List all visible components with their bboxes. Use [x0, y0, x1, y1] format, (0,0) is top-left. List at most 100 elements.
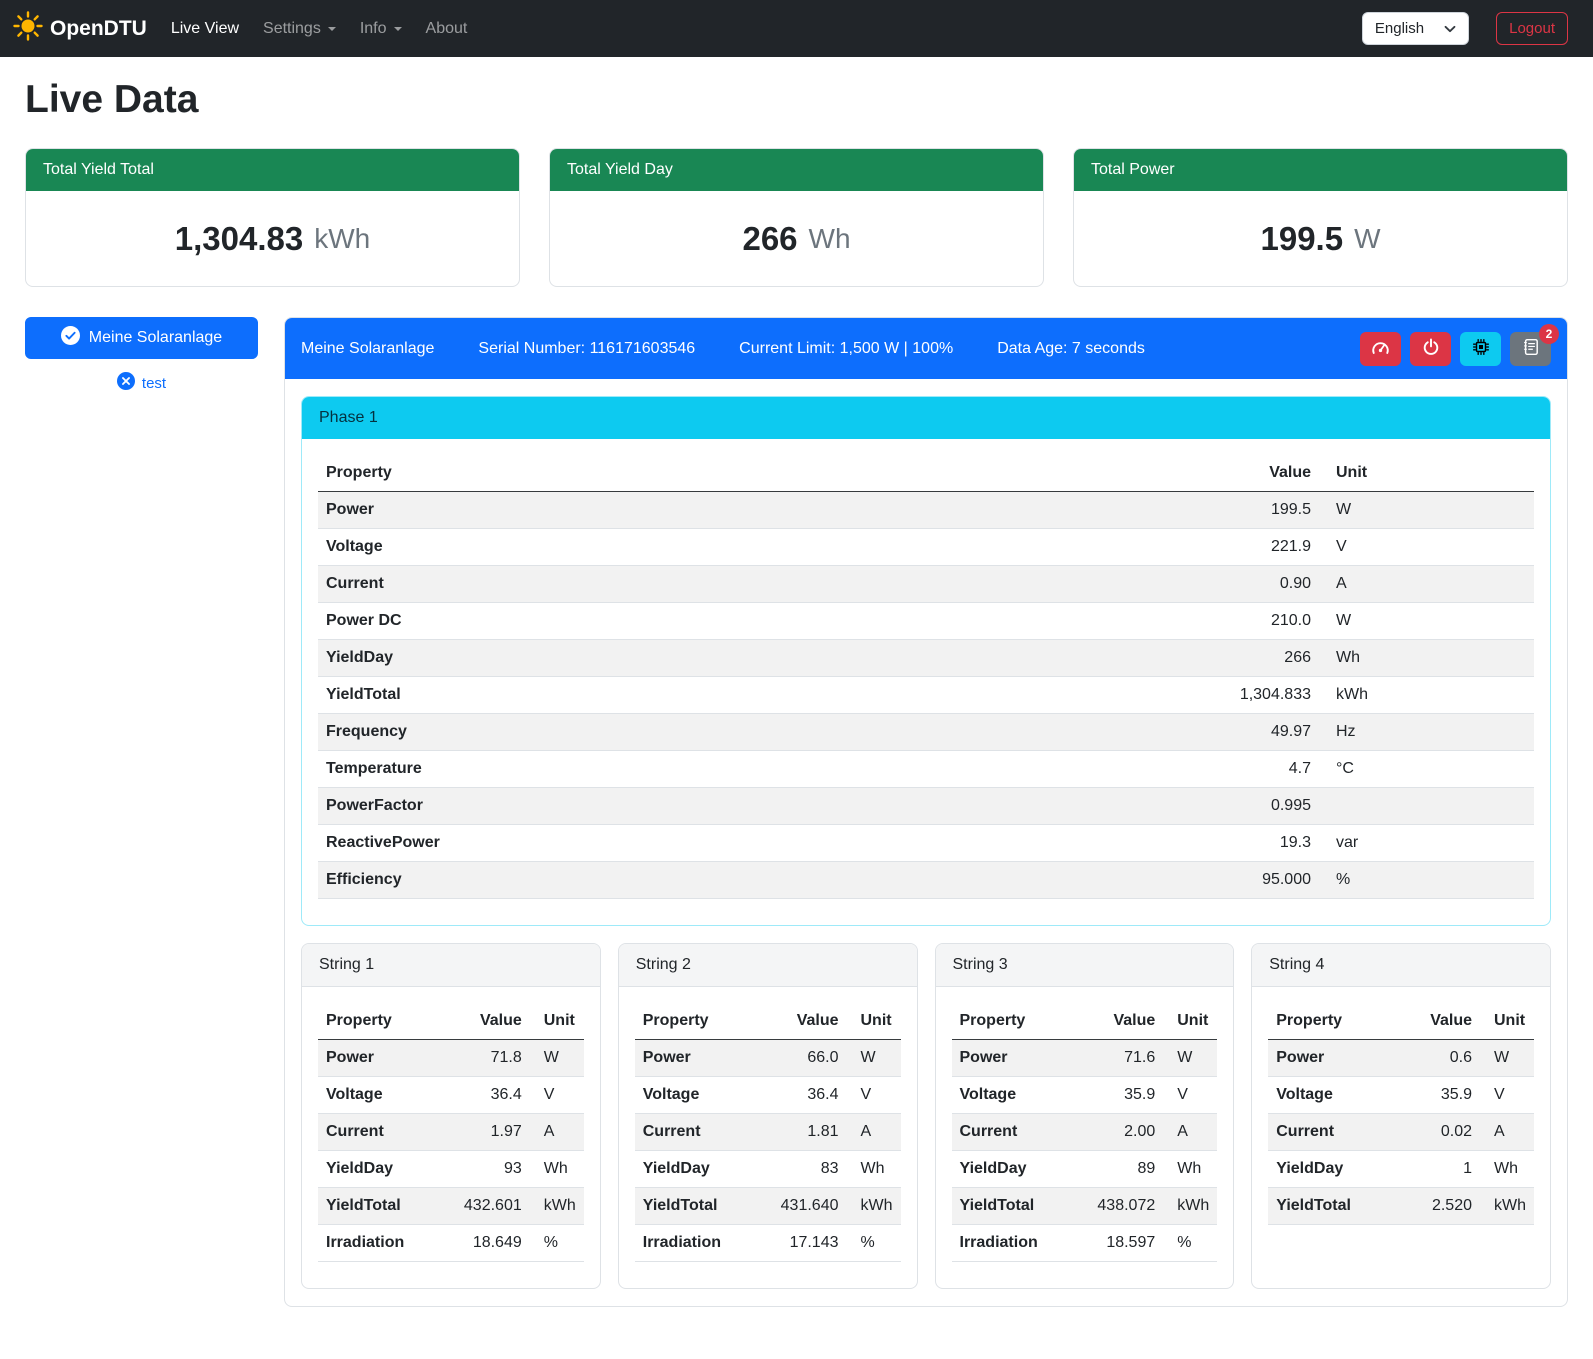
nav-live-view[interactable]: Live View: [159, 12, 251, 46]
string-title: String 4: [1252, 944, 1550, 987]
property-cell: Current: [1268, 1114, 1402, 1151]
string-table: Property Value Unit Power71.6WVoltage35.…: [952, 1003, 1218, 1262]
unit-cell: kWh: [1480, 1188, 1534, 1225]
main-row: Meine Solaranlage test Meine Solaranlage…: [25, 317, 1568, 1337]
chevron-down-icon: [1444, 20, 1456, 37]
navbar: OpenDTU Live View Settings Info About En…: [0, 0, 1593, 57]
column-header-property: Property: [318, 455, 1189, 492]
table-header-row: Property Value Unit: [318, 1003, 584, 1040]
inverter-panel: Meine Solaranlage Serial Number: 1161716…: [284, 317, 1568, 1307]
string-body: Property Value Unit Power0.6WVoltage35.9…: [1252, 987, 1550, 1251]
summary-card-unit: kWh: [314, 223, 370, 255]
unit-cell: var: [1319, 825, 1534, 862]
table-row: YieldTotal2.520kWh: [1268, 1188, 1534, 1225]
nav-links: Live View Settings Info About: [159, 12, 480, 46]
value-cell: 83: [769, 1151, 847, 1188]
unit-cell: Wh: [847, 1151, 901, 1188]
unit-cell: W: [530, 1040, 584, 1077]
table-row: Irradiation18.649%: [318, 1225, 584, 1262]
nav-about[interactable]: About: [414, 12, 480, 46]
unit-cell: W: [1319, 492, 1534, 529]
unit-cell: kWh: [1163, 1188, 1217, 1225]
event-log-button[interactable]: 2: [1510, 332, 1551, 366]
table-row: YieldDay1Wh: [1268, 1151, 1534, 1188]
journal-icon: [1522, 338, 1540, 359]
nav-settings[interactable]: Settings: [251, 12, 348, 46]
value-cell: 18.597: [1085, 1225, 1163, 1262]
summary-card-title: Total Yield Day: [550, 149, 1043, 191]
event-count-badge: 2: [1539, 324, 1559, 344]
nav-info-label: Info: [360, 20, 387, 38]
unit-cell: Wh: [1163, 1151, 1217, 1188]
unit-cell: Hz: [1319, 714, 1534, 751]
string-card-4: String 4 Property Value Unit: [1251, 943, 1551, 1289]
table-row: Current0.02A: [1268, 1114, 1534, 1151]
table-header-row: Property Value Unit: [318, 455, 1534, 492]
unit-cell: %: [1163, 1225, 1217, 1262]
value-cell: 1.81: [769, 1114, 847, 1151]
column-header-property: Property: [318, 1003, 452, 1040]
table-row: YieldTotal1,304.833kWh: [318, 677, 1534, 714]
unit-cell: A: [1163, 1114, 1217, 1151]
unit-cell: %: [530, 1225, 584, 1262]
unit-cell: °C: [1319, 751, 1534, 788]
property-cell: YieldTotal: [1268, 1188, 1402, 1225]
nav-settings-label: Settings: [263, 20, 321, 38]
unit-cell: A: [530, 1114, 584, 1151]
unit-cell: %: [847, 1225, 901, 1262]
page-title: Live Data: [25, 78, 1568, 122]
value-cell: 432.601: [452, 1188, 530, 1225]
table-row: Power199.5W: [318, 492, 1534, 529]
value-cell: 49.97: [1189, 714, 1319, 751]
strings-row: String 1 Property Value Unit: [301, 943, 1551, 1289]
table-row: YieldDay93Wh: [318, 1151, 584, 1188]
nav-info[interactable]: Info: [348, 12, 414, 46]
summary-card-total-yield-day: Total Yield Day 266 Wh: [549, 148, 1044, 287]
limit-settings-button[interactable]: [1360, 332, 1401, 366]
value-cell: 36.4: [769, 1077, 847, 1114]
summary-card-body: 199.5 W: [1074, 191, 1567, 286]
logout-button[interactable]: Logout: [1496, 12, 1568, 45]
value-cell: 199.5: [1189, 492, 1319, 529]
inverter-select-button[interactable]: Meine Solaranlage: [25, 317, 258, 359]
summary-cards: Total Yield Total 1,304.83 kWh Total Yie…: [25, 148, 1568, 287]
property-cell: Irradiation: [635, 1225, 769, 1262]
phase-title: Phase 1: [302, 397, 1550, 439]
property-cell: ReactivePower: [318, 825, 1189, 862]
language-select[interactable]: English: [1362, 12, 1469, 45]
string-table-body: Power66.0WVoltage36.4VCurrent1.81AYieldD…: [635, 1040, 901, 1262]
property-cell: YieldTotal: [318, 1188, 452, 1225]
column-header-value: Value: [452, 1003, 530, 1040]
power-button[interactable]: [1410, 332, 1451, 366]
property-cell: Voltage: [318, 1077, 452, 1114]
column-header-property: Property: [635, 1003, 769, 1040]
property-cell: Power: [952, 1040, 1086, 1077]
device-info-button[interactable]: [1460, 332, 1501, 366]
string-table: Property Value Unit Power66.0WVoltage36.…: [635, 1003, 901, 1262]
property-cell: Voltage: [318, 529, 1189, 566]
table-row: Power71.6W: [952, 1040, 1218, 1077]
table-row: Power0.6W: [1268, 1040, 1534, 1077]
table-row: Current0.90A: [318, 566, 1534, 603]
column-header-value: Value: [769, 1003, 847, 1040]
unit-cell: Wh: [1319, 640, 1534, 677]
phase-body: Property Value Unit Power199.5WVoltage22…: [302, 439, 1550, 925]
string-title: String 1: [302, 944, 600, 987]
summary-card-value: 266: [742, 220, 797, 258]
value-cell: 35.9: [1085, 1077, 1163, 1114]
property-cell: Power: [318, 492, 1189, 529]
nav-about-label: About: [426, 20, 468, 38]
brand[interactable]: OpenDTU: [13, 11, 147, 47]
table-row: YieldDay89Wh: [952, 1151, 1218, 1188]
inverter-item-test[interactable]: test: [25, 372, 258, 394]
unit-cell: A: [1480, 1114, 1534, 1151]
value-cell: 1.97: [452, 1114, 530, 1151]
unit-cell: kWh: [847, 1188, 901, 1225]
summary-card-value: 199.5: [1260, 220, 1343, 258]
value-cell: 438.072: [1085, 1188, 1163, 1225]
unit-cell: V: [1319, 529, 1534, 566]
column-header-value: Value: [1402, 1003, 1480, 1040]
inverter-title: Meine Solaranlage: [301, 340, 434, 358]
unit-cell: kWh: [1319, 677, 1534, 714]
value-cell: 221.9: [1189, 529, 1319, 566]
